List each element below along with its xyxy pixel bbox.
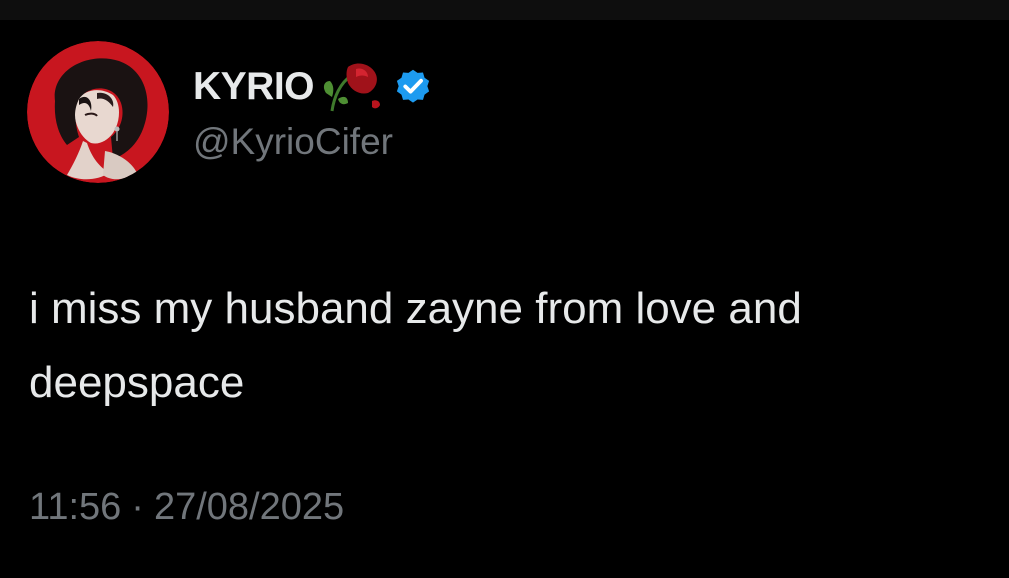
tweet-time: 11:56 <box>29 486 122 528</box>
avatar[interactable] <box>27 41 169 183</box>
tweet-timestamp[interactable]: 11:56 · 27/08/2025 <box>29 488 344 526</box>
tweet-text: i miss my husband zayne from love and de… <box>29 284 802 407</box>
top-bar <box>0 0 1009 20</box>
user-handle[interactable]: @KyrioCifer <box>193 123 393 160</box>
author-name-row: KYRIO <box>193 60 434 112</box>
wilted-rose-icon <box>323 63 381 112</box>
display-name[interactable]: KYRIO <box>193 67 315 106</box>
tweet-date: 27/08/2025 <box>153 486 345 528</box>
avatar-image <box>27 41 169 183</box>
verified-badge-icon[interactable] <box>392 65 434 107</box>
timestamp-separator: · <box>131 486 144 528</box>
